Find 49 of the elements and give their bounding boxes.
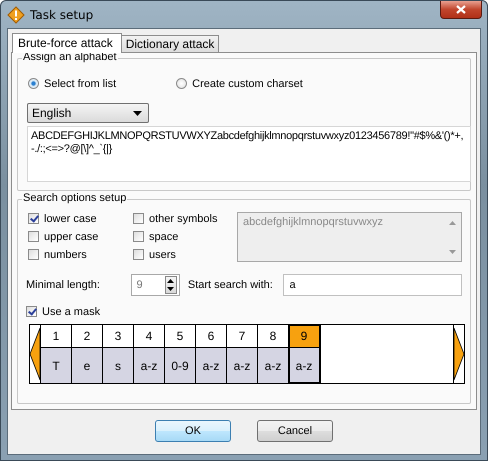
charset-field[interactable]: ABCDEFGHIJKLMNOPQRSTUVWXYZabcdefghijklmnopqrstuvwxyz0123456789!"#$%&'()*+,-./:;<=>?@[\]^_`{|} xyxy=(27,126,471,182)
start-search-field[interactable]: a xyxy=(283,274,462,296)
mask-cell[interactable]: 0-9 xyxy=(165,348,195,383)
checkbox-label: space xyxy=(149,230,178,242)
close-button[interactable] xyxy=(440,1,482,19)
mask-cell[interactable]: a-z xyxy=(196,348,226,383)
mask-cell[interactable]: a-z xyxy=(227,348,257,383)
radio-label: Create custom charset xyxy=(192,78,303,90)
scroll-down-icon xyxy=(449,250,456,254)
mask-cell[interactable]: a-z xyxy=(289,348,319,383)
checkbox[interactable] xyxy=(133,213,144,224)
checkbox[interactable] xyxy=(28,213,39,224)
mask-cell[interactable]: s xyxy=(103,348,133,383)
checkbox[interactable] xyxy=(133,249,144,260)
checkbox[interactable] xyxy=(28,249,39,260)
dialog-button[interactable]: Cancel xyxy=(257,420,333,442)
spin-buttons[interactable] xyxy=(164,276,177,294)
mask-cell[interactable]: a-z xyxy=(258,348,288,383)
checkbox-label: Use a mask xyxy=(42,306,100,318)
tab[interactable]: Brute-force attack xyxy=(12,33,122,53)
radio-button[interactable] xyxy=(28,78,39,89)
radio-label: Select from list xyxy=(44,78,116,90)
dropdown-arrow-icon xyxy=(133,110,142,116)
group-title: Search options setup xyxy=(22,192,128,204)
close-icon xyxy=(456,5,466,14)
warning-diamond-icon xyxy=(7,6,25,24)
field-label: Minimal length: xyxy=(26,279,101,291)
mask-cell[interactable]: T xyxy=(41,348,71,383)
right-arrow-icon[interactable] xyxy=(454,326,464,382)
checkbox-label: upper case xyxy=(44,230,98,242)
scroll-up-icon xyxy=(449,221,456,225)
checkbox-label: numbers xyxy=(44,248,87,260)
length-spinner[interactable]: 9 xyxy=(131,274,180,296)
checkbox[interactable] xyxy=(28,231,39,242)
checkbox-label: other symbols xyxy=(149,212,218,224)
checkbox[interactable] xyxy=(133,231,144,242)
mask-cell[interactable]: a-z xyxy=(134,348,164,383)
mask-cell[interactable]: e xyxy=(72,348,102,383)
left-arrow-icon[interactable] xyxy=(30,326,40,382)
position-cell[interactable]: 9 xyxy=(289,325,319,348)
checkbox-label: lower case xyxy=(44,212,97,224)
checkbox[interactable] xyxy=(26,306,37,317)
radio-button[interactable] xyxy=(176,78,188,89)
window-title: Task setup xyxy=(30,8,94,22)
tab[interactable]: Dictionary attack xyxy=(120,35,220,52)
field-label: Start search with: xyxy=(188,279,274,291)
dialog-button[interactable]: OK xyxy=(155,420,231,442)
language-dropdown[interactable]: English xyxy=(27,103,149,123)
checkbox-label: users xyxy=(149,248,176,260)
